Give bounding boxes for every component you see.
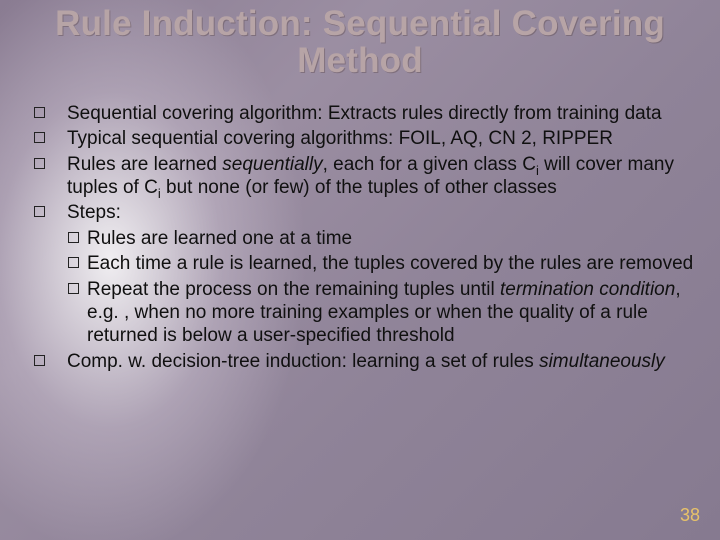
slide: Rule Induction: Sequential Covering Meth… [0,0,720,540]
text-fragment: but none (or few) of the tuples of other… [161,177,557,198]
bullet-2: Typical sequential covering algorithms: … [34,127,700,150]
bullet-4: Steps: [34,201,700,224]
bullet-3: Rules are learned sequentially, each for… [34,153,700,200]
square-bullet-icon [34,355,45,366]
bullet-text: Rules are learned one at a time [87,227,700,250]
sub-bullet-2: Each time a rule is learned, the tuples … [68,252,700,275]
bullet-text: Each time a rule is learned, the tuples … [87,252,700,275]
text-fragment: , each for a given class C [323,154,536,175]
text-fragment-italic: sequentially [222,154,322,175]
square-bullet-icon [34,132,45,143]
bullet-5: Comp. w. decision-tree induction: learni… [34,350,700,373]
square-bullet-icon [34,158,45,169]
title-line-1: Rule Induction: Sequential Covering [55,4,665,43]
square-bullet-icon [68,283,79,294]
bullet-text: Typical sequential covering algorithms: … [67,127,700,150]
page-number: 38 [680,505,700,526]
bullet-text: Steps: [67,201,700,224]
slide-title: Rule Induction: Sequential Covering Meth… [0,0,720,80]
text-fragment-italic: simultaneously [539,351,665,372]
square-bullet-icon [34,107,45,118]
text-fragment: Rules are learned [67,154,222,175]
bullet-1: Sequential covering algorithm: Extracts … [34,102,700,125]
sub-bullet-3: Repeat the process on the remaining tupl… [68,278,700,348]
bullet-text: Comp. w. decision-tree induction: learni… [67,350,700,373]
bullet-text: Rules are learned sequentially, each for… [67,153,700,200]
bullet-text: Repeat the process on the remaining tupl… [87,278,700,348]
square-bullet-icon [68,257,79,268]
text-fragment-italic: termination condition [500,279,675,300]
square-bullet-icon [68,232,79,243]
text-fragment: Repeat the process on the remaining tupl… [87,279,500,300]
content-area: Sequential covering algorithm: Extracts … [34,102,700,375]
title-line-2: Method [297,41,423,80]
square-bullet-icon [34,206,45,217]
bullet-text: Sequential covering algorithm: Extracts … [67,102,700,125]
text-fragment: Comp. w. decision-tree induction: learni… [67,351,539,372]
sub-bullet-1: Rules are learned one at a time [68,227,700,250]
